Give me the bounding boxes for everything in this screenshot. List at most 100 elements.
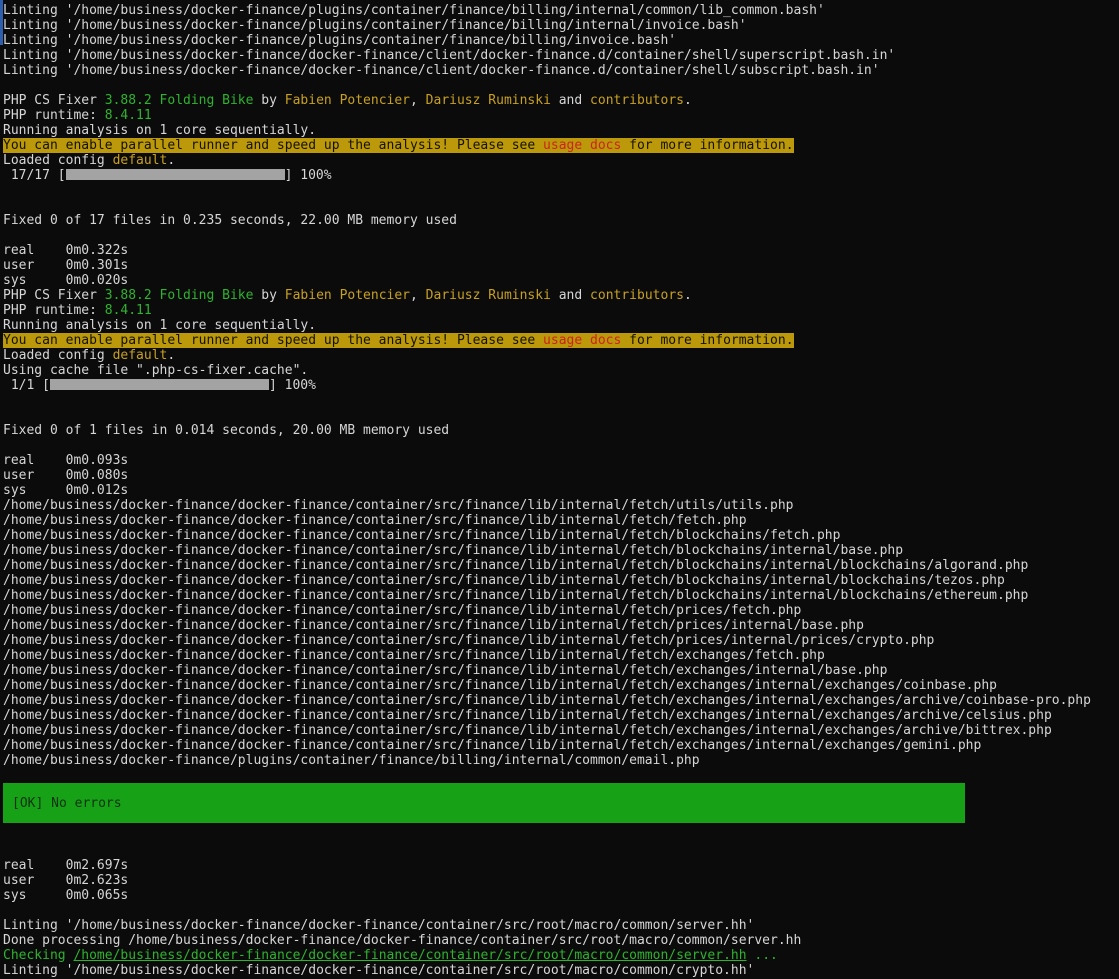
- terminal-line: user 0m2.623s: [3, 873, 1119, 888]
- terminal-text: Fixed 0 of 1 files in 0.014 seconds, 20.…: [3, 423, 449, 438]
- terminal-line: Linting '/home/business/docker-finance/p…: [3, 18, 1119, 33]
- terminal-text: Linting '/home/business/docker-finance/d…: [3, 48, 895, 63]
- terminal-line: Linting '/home/business/docker-finance/d…: [3, 918, 1119, 933]
- terminal-text: user 0m2.623s: [3, 873, 128, 888]
- terminal-text: Loaded config: [3, 348, 113, 363]
- terminal-text: contributors: [590, 93, 684, 108]
- terminal-text: /home/business/docker-finance/docker-fin…: [3, 558, 1028, 573]
- terminal-text: 3.88.2 Folding Bike: [105, 93, 254, 108]
- terminal-line: sys 0m0.012s: [3, 483, 1119, 498]
- terminal-text: default: [113, 348, 168, 363]
- terminal-text: 8.4.11: [105, 303, 152, 318]
- progress-label: 17/17 [: [3, 168, 66, 183]
- terminal-text: .: [684, 288, 692, 303]
- terminal-text: Fabien Potencier: [285, 288, 410, 303]
- terminal-text: PHP runtime:: [3, 303, 105, 318]
- terminal-text: sys 0m0.020s: [3, 273, 128, 288]
- terminal-line: [3, 78, 1119, 93]
- terminal-text: 3.88.2 Folding Bike: [105, 288, 254, 303]
- terminal-line: /home/business/docker-finance/plugins/co…: [3, 753, 1119, 768]
- terminal-text: default: [113, 153, 168, 168]
- terminal-line: Linting '/home/business/docker-finance/d…: [3, 963, 1119, 978]
- terminal-line: PHP runtime: 8.4.11: [3, 108, 1119, 123]
- terminal-line: /home/business/docker-finance/docker-fin…: [3, 678, 1119, 693]
- terminal-text: /home/business/docker-finance/docker-fin…: [3, 708, 1052, 723]
- terminal-text: Using cache file ".php-cs-fixer.cache".: [3, 363, 308, 378]
- terminal-line: /home/business/docker-finance/docker-fin…: [3, 723, 1119, 738]
- terminal-text: /home/business/docker-finance/docker-fin…: [3, 513, 747, 528]
- terminal-text: Running analysis on 1 core sequentially.: [3, 123, 316, 138]
- terminal-text: Running analysis on 1 core sequentially.: [3, 318, 316, 333]
- terminal-text: /home/business/docker-finance/docker-fin…: [3, 693, 1091, 708]
- terminal-line: /home/business/docker-finance/docker-fin…: [3, 573, 1119, 588]
- terminal-text: for more information.: [621, 333, 793, 348]
- terminal-text: Done processing /home/business/docker-fi…: [3, 933, 801, 948]
- terminal-line: /home/business/docker-finance/docker-fin…: [3, 738, 1119, 753]
- terminal-text: /home/business/docker-finance/docker-fin…: [3, 648, 825, 663]
- terminal-text: real 0m0.322s: [3, 243, 128, 258]
- terminal-line: Linting '/home/business/docker-finance/d…: [3, 48, 1119, 63]
- progress-label: 1/1 [: [3, 378, 50, 393]
- terminal-line: [3, 198, 1119, 213]
- terminal-text: Fixed 0 of 17 files in 0.235 seconds, 22…: [3, 213, 457, 228]
- terminal-line: /home/business/docker-finance/docker-fin…: [3, 558, 1119, 573]
- terminal-text: real 0m0.093s: [3, 453, 128, 468]
- terminal-text: /home/business/docker-finance/docker-fin…: [3, 588, 1028, 603]
- terminal-line: You can enable parallel runner and speed…: [3, 138, 1119, 153]
- progress-line: 17/17 [ ] 100%: [3, 168, 1119, 183]
- terminal-line: Loaded config default.: [3, 348, 1119, 363]
- terminal-line: PHP CS Fixer 3.88.2 Folding Bike by Fabi…: [3, 93, 1119, 108]
- terminal-text: Linting '/home/business/docker-finance/p…: [3, 3, 825, 18]
- terminal-line: [3, 408, 1119, 423]
- terminal-text: Linting '/home/business/docker-finance/p…: [3, 18, 747, 33]
- terminal-text: /home/business/docker-finance/plugins/co…: [3, 753, 700, 768]
- terminal-line: [3, 228, 1119, 243]
- terminal-line: sys 0m0.065s: [3, 888, 1119, 903]
- terminal-line: /home/business/docker-finance/docker-fin…: [3, 603, 1119, 618]
- progress-line: 1/1 [] 100%: [3, 378, 1119, 393]
- terminal-text: Linting '/home/business/docker-finance/d…: [3, 918, 754, 933]
- terminal-text: Linting '/home/business/docker-finance/p…: [3, 33, 676, 48]
- terminal-line: Fixed 0 of 17 files in 0.235 seconds, 22…: [3, 213, 1119, 228]
- terminal-text: for more information.: [621, 138, 793, 153]
- terminal-text: /home/business/docker-finance/docker-fin…: [3, 618, 864, 633]
- terminal-line: PHP runtime: 8.4.11: [3, 303, 1119, 318]
- terminal-text: PHP CS Fixer: [3, 288, 105, 303]
- terminal-text: /home/business/docker-finance/docker-fin…: [3, 723, 1052, 738]
- ok-banner: [OK] No errors: [3, 783, 965, 823]
- terminal-text: Checking: [3, 948, 73, 963]
- terminal-text: .: [684, 93, 692, 108]
- usage-docs-link[interactable]: usage docs: [543, 138, 621, 153]
- usage-docs-link[interactable]: usage docs: [543, 333, 621, 348]
- terminal-line: real 0m2.697s: [3, 858, 1119, 873]
- terminal-line: PHP CS Fixer 3.88.2 Folding Bike by Fabi…: [3, 288, 1119, 303]
- terminal-line: sys 0m0.020s: [3, 273, 1119, 288]
- terminal-text: by: [253, 93, 284, 108]
- terminal-text: Dariusz Ruminski: [426, 93, 551, 108]
- progress-bar: [50, 379, 269, 390]
- terminal-line: /home/business/docker-finance/docker-fin…: [3, 663, 1119, 678]
- terminal-text: Loaded config: [3, 153, 113, 168]
- progress-bar: [66, 169, 285, 180]
- terminal-text: Fabien Potencier: [285, 93, 410, 108]
- terminal-line: /home/business/docker-finance/docker-fin…: [3, 633, 1119, 648]
- terminal-output[interactable]: Linting '/home/business/docker-finance/p…: [0, 0, 1119, 978]
- terminal-line: Linting '/home/business/docker-finance/p…: [3, 3, 1119, 18]
- terminal-text: user 0m0.080s: [3, 468, 128, 483]
- terminal-line: user 0m0.301s: [3, 258, 1119, 273]
- terminal-line: Running analysis on 1 core sequentially.: [3, 123, 1119, 138]
- terminal-text: ,: [410, 93, 426, 108]
- terminal-text: Dariusz Ruminski: [426, 288, 551, 303]
- terminal-line: /home/business/docker-finance/docker-fin…: [3, 618, 1119, 633]
- terminal-line: Done processing /home/business/docker-fi…: [3, 933, 1119, 948]
- terminal-line: Fixed 0 of 1 files in 0.014 seconds, 20.…: [3, 423, 1119, 438]
- terminal-text: 8.4.11: [105, 108, 152, 123]
- terminal-text: by: [253, 288, 284, 303]
- terminal-text: ...: [747, 948, 778, 963]
- terminal-text: sys 0m0.012s: [3, 483, 128, 498]
- terminal-text: .: [167, 348, 175, 363]
- terminal-line: /home/business/docker-finance/docker-fin…: [3, 648, 1119, 663]
- progress-percent: ] 100%: [285, 168, 332, 183]
- terminal-text: /home/business/docker-finance/docker-fin…: [3, 528, 840, 543]
- terminal-text: and: [551, 93, 590, 108]
